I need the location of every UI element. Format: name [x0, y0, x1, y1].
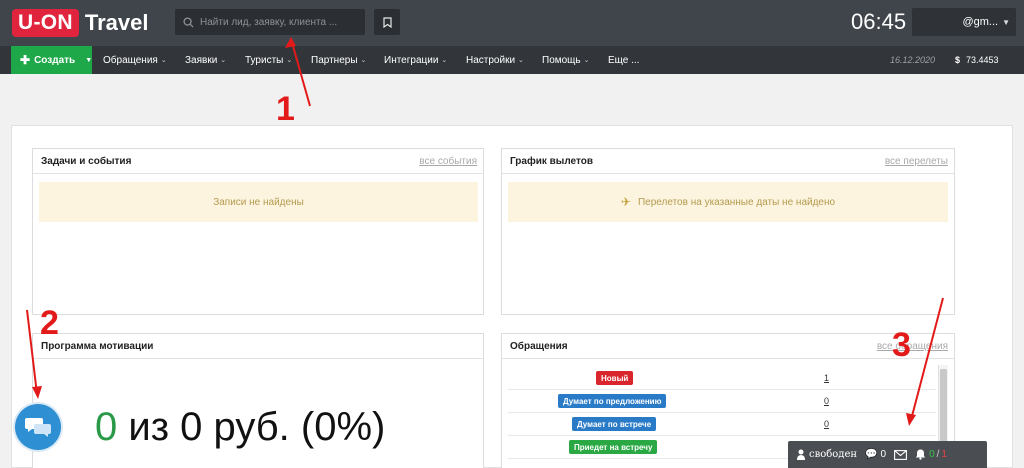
- annotation-arrowhead-1: [285, 37, 296, 48]
- annotation-arrowhead-3: [906, 413, 916, 426]
- annotation-label-2: 2: [40, 304, 59, 342]
- annotation-label-3: 3: [892, 326, 911, 364]
- annotation-arrow-3: [910, 297, 944, 421]
- annotation-arrowhead-2: [32, 386, 42, 399]
- annotation-arrow-2: [26, 309, 38, 395]
- annotation-arrows: [26, 37, 944, 426]
- annotation-label-1: 1: [276, 90, 295, 128]
